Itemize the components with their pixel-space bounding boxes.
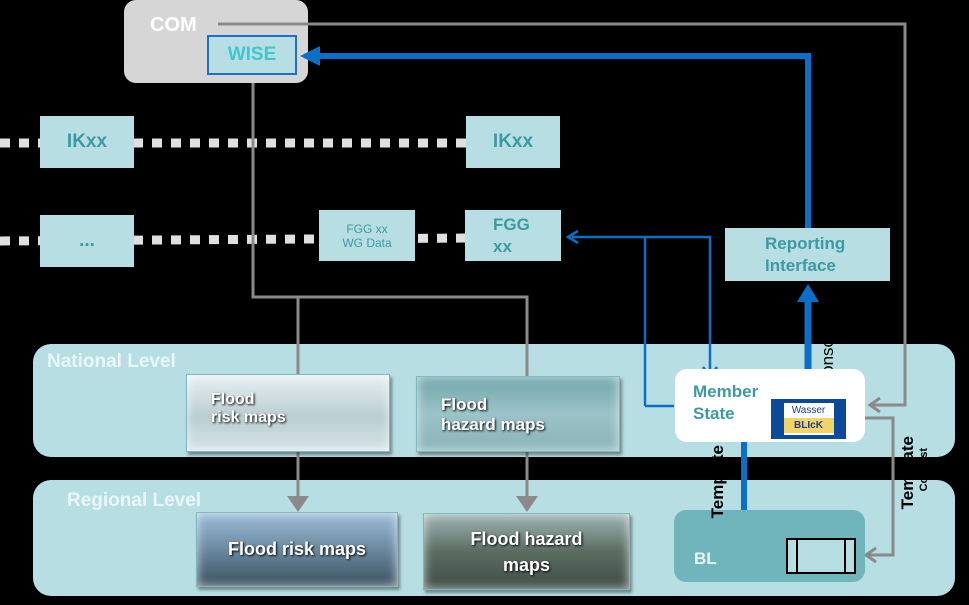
wasserblick-logo: Wasser BLIcK — [771, 399, 846, 439]
fgg-to-member-arrow — [645, 235, 712, 375]
arrow-head — [516, 496, 538, 512]
reporting-interface-box: Reporting Interface — [725, 228, 890, 281]
ellipsis-box: ... — [40, 215, 134, 267]
national-flood-hazard-map: Flood hazard maps — [416, 376, 620, 452]
codelist-label: Codelist — [918, 448, 930, 492]
ik-left-box: IKxx — [40, 116, 134, 168]
diagram: National Level Regional Level COM WISE I… — [0, 0, 969, 605]
regional-flood-risk-map: Flood risk maps — [196, 512, 398, 587]
fgg-box: FGG xx — [465, 210, 561, 261]
national-flood-risk-map: Flood risk maps — [186, 374, 390, 452]
arrow-head — [287, 496, 309, 512]
wasserblick-line2: BLIcK — [783, 418, 834, 433]
database-icon — [786, 538, 856, 574]
regional-flood-hazard-map: Flood hazard maps — [423, 513, 630, 590]
template-right-label: Template — [898, 436, 917, 510]
fgg-wg-data-box: FGG xx WG Data — [319, 210, 415, 261]
member-state-label: Member State — [693, 382, 759, 423]
ik-right-box: IKxx — [466, 116, 560, 168]
bl-label: BL — [694, 549, 717, 568]
template-left-label: Template — [708, 445, 727, 519]
wasserblick-line1: Wasser — [791, 405, 826, 416]
